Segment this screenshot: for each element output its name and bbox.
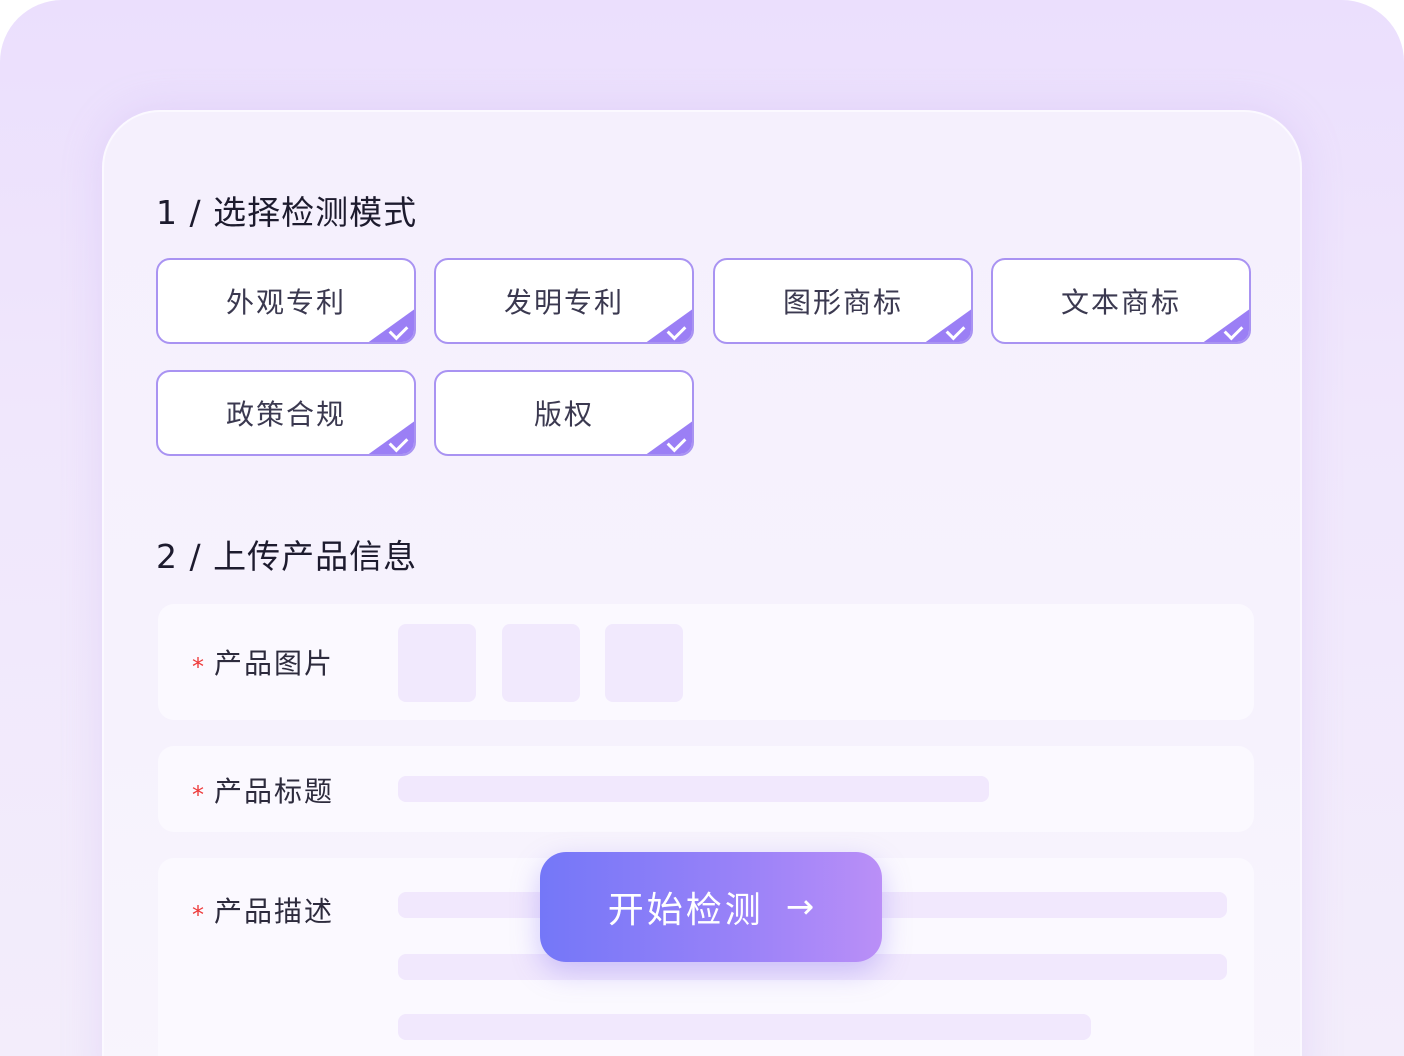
mode-option-label: 文本商标 [1060,286,1181,319]
image-upload-slot[interactable] [502,624,580,702]
product-description-line [398,1014,1091,1040]
product-title-label: * 产品标题 [192,770,334,810]
required-mark: * [192,781,206,809]
product-image-row: * 产品图片 [158,604,1254,720]
required-mark: * [192,901,206,929]
selected-corner [1201,308,1249,342]
mode-option-label: 图形商标 [782,286,903,319]
mode-option-copyright[interactable]: 版权 [434,370,694,456]
page-background: 1 / 选择检测模式 外观专利 发明专利 图形商标 文本商标 政策合规 版权 2… [0,0,1404,1056]
mode-option-invention-patent[interactable]: 发明专利 [434,258,694,344]
selected-corner [923,308,971,342]
product-description-label: * 产品描述 [192,890,334,930]
section-title-mode: 1 / 选择检测模式 [156,193,418,232]
arrow-right-icon: → [785,887,815,927]
mode-option-label: 政策合规 [225,398,346,431]
image-upload-slot[interactable] [398,624,476,702]
selected-corner [644,308,692,342]
product-image-label-text: 产品图片 [214,647,335,680]
section-title-upload: 2 / 上传产品信息 [156,537,418,576]
mode-option-design-patent[interactable]: 外观专利 [156,258,416,344]
selected-corner [366,308,414,342]
selected-corner [366,420,414,454]
product-description-label-text: 产品描述 [214,895,335,928]
required-mark: * [192,653,206,681]
start-detection-label: 开始检测 [607,890,764,931]
product-title-label-text: 产品标题 [214,775,335,808]
mode-option-label: 发明专利 [503,286,624,319]
mode-option-label: 版权 [533,398,594,431]
start-detection-button[interactable]: 开始检测 → [540,852,882,962]
mode-option-text-trademark[interactable]: 文本商标 [991,258,1251,344]
selected-corner [644,420,692,454]
product-image-label: * 产品图片 [192,642,334,682]
product-title-row: * 产品标题 [158,746,1254,832]
mode-option-label: 外观专利 [225,286,346,319]
mode-option-policy-compliance[interactable]: 政策合规 [156,370,416,456]
image-upload-slot[interactable] [605,624,683,702]
product-title-input[interactable] [398,776,989,802]
mode-option-graphic-trademark[interactable]: 图形商标 [713,258,973,344]
